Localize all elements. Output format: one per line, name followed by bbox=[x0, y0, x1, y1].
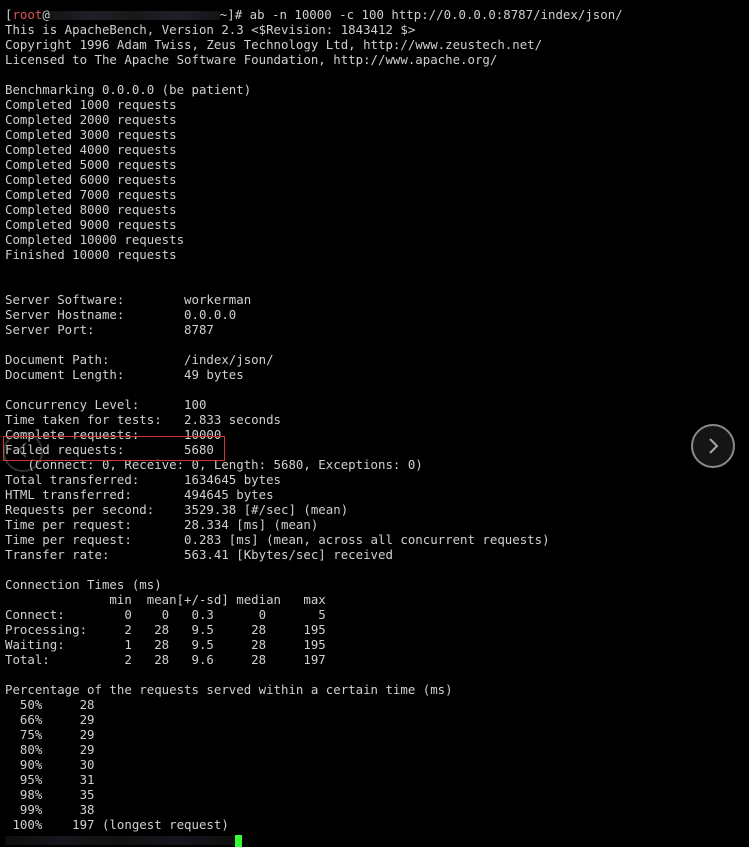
output-line: Connection Times (ms) bbox=[5, 577, 162, 592]
output-line: Licensed to The Apache Software Foundati… bbox=[5, 52, 498, 67]
output-line: HTML transferred: 494645 bytes bbox=[5, 487, 274, 502]
output-line: Transfer rate: 563.41 [Kbytes/sec] recei… bbox=[5, 547, 393, 562]
next-prompt-line bbox=[5, 832, 749, 847]
output-line: 80% 29 bbox=[5, 742, 95, 757]
output-line: Completed 4000 requests bbox=[5, 142, 177, 157]
output-line: Completed 9000 requests bbox=[5, 217, 177, 232]
prompt-at: @ bbox=[42, 7, 50, 22]
output-line: Completed 3000 requests bbox=[5, 127, 177, 142]
prompt-tail: ~]# bbox=[219, 7, 250, 22]
output-line: 98% 35 bbox=[5, 787, 95, 802]
prompt-line: [root@ ~]# ab -n 10000 -c 100 http://0.0.… bbox=[5, 7, 749, 22]
output-line: Completed 7000 requests bbox=[5, 187, 177, 202]
output-line: Document Path: /index/json/ bbox=[5, 352, 274, 367]
redacted-next-prompt bbox=[5, 836, 235, 845]
output-line: Waiting: 1 28 9.5 28 195 bbox=[5, 637, 326, 652]
output-line: Complete requests: 10000 bbox=[5, 427, 222, 442]
output-line: Failed requests: 5680 bbox=[5, 442, 214, 457]
chevron-right-icon bbox=[706, 436, 720, 456]
output-line: Completed 10000 requests bbox=[5, 232, 185, 247]
output-line: Benchmarking 0.0.0.0 (be patient) bbox=[5, 82, 252, 97]
redacted-hostname bbox=[49, 11, 220, 20]
output-line: Connect: 0 0 0.3 0 5 bbox=[5, 607, 326, 622]
prev-button[interactable] bbox=[3, 432, 43, 472]
output-line: Requests per second: 3529.38 [#/sec] (me… bbox=[5, 502, 349, 517]
output-line: Total transferred: 1634645 bytes bbox=[5, 472, 282, 487]
output-line: Time taken for tests: 2.833 seconds bbox=[5, 412, 282, 427]
output-line: This is ApacheBench, Version 2.3 <$Revis… bbox=[5, 22, 416, 37]
output-line: 90% 30 bbox=[5, 757, 95, 772]
output-line: 95% 31 bbox=[5, 772, 95, 787]
chevron-left-icon bbox=[16, 440, 30, 464]
output-line: Processing: 2 28 9.5 28 195 bbox=[5, 622, 326, 637]
next-button[interactable] bbox=[691, 424, 735, 468]
output-line: Concurrency Level: 100 bbox=[5, 397, 207, 412]
output-line: Time per request: 28.334 [ms] (mean) bbox=[5, 517, 319, 532]
output-line: Completed 1000 requests bbox=[5, 97, 177, 112]
output-line: Server Software: workerman bbox=[5, 292, 252, 307]
output-line: 66% 29 bbox=[5, 712, 95, 727]
output-line: Server Hostname: 0.0.0.0 bbox=[5, 307, 237, 322]
output-line: Total: 2 28 9.6 28 197 bbox=[5, 652, 326, 667]
output-line: Time per request: 0.283 [ms] (mean, acro… bbox=[5, 532, 550, 547]
terminal-cursor bbox=[235, 834, 242, 847]
terminal-output: [root@ ~]# ab -n 10000 -c 100 http://0.0.… bbox=[5, 7, 749, 847]
output-line: Completed 5000 requests bbox=[5, 157, 177, 172]
output-line: 100% 197 (longest request) bbox=[5, 817, 229, 832]
output-line: min mean[+/-sd] median max bbox=[5, 592, 326, 607]
prompt-command: ab -n 10000 -c 100 http://0.0.0.0:8787/i… bbox=[249, 7, 623, 22]
output-lines: This is ApacheBench, Version 2.3 <$Revis… bbox=[5, 22, 749, 832]
prompt-user: root bbox=[12, 7, 43, 22]
output-line: Server Port: 8787 bbox=[5, 322, 214, 337]
output-line: Completed 2000 requests bbox=[5, 112, 177, 127]
output-line: 50% 28 bbox=[5, 697, 95, 712]
output-line: Finished 10000 requests bbox=[5, 247, 177, 262]
output-line: Completed 6000 requests bbox=[5, 172, 177, 187]
output-line: Completed 8000 requests bbox=[5, 202, 177, 217]
output-line: Copyright 1996 Adam Twiss, Zeus Technolo… bbox=[5, 37, 543, 52]
output-line: 75% 29 bbox=[5, 727, 95, 742]
output-line: Percentage of the requests served within… bbox=[5, 682, 453, 697]
output-line: Document Length: 49 bytes bbox=[5, 367, 244, 382]
output-line: 99% 38 bbox=[5, 802, 95, 817]
output-line: (Connect: 0, Receive: 0, Length: 5680, E… bbox=[5, 457, 423, 472]
